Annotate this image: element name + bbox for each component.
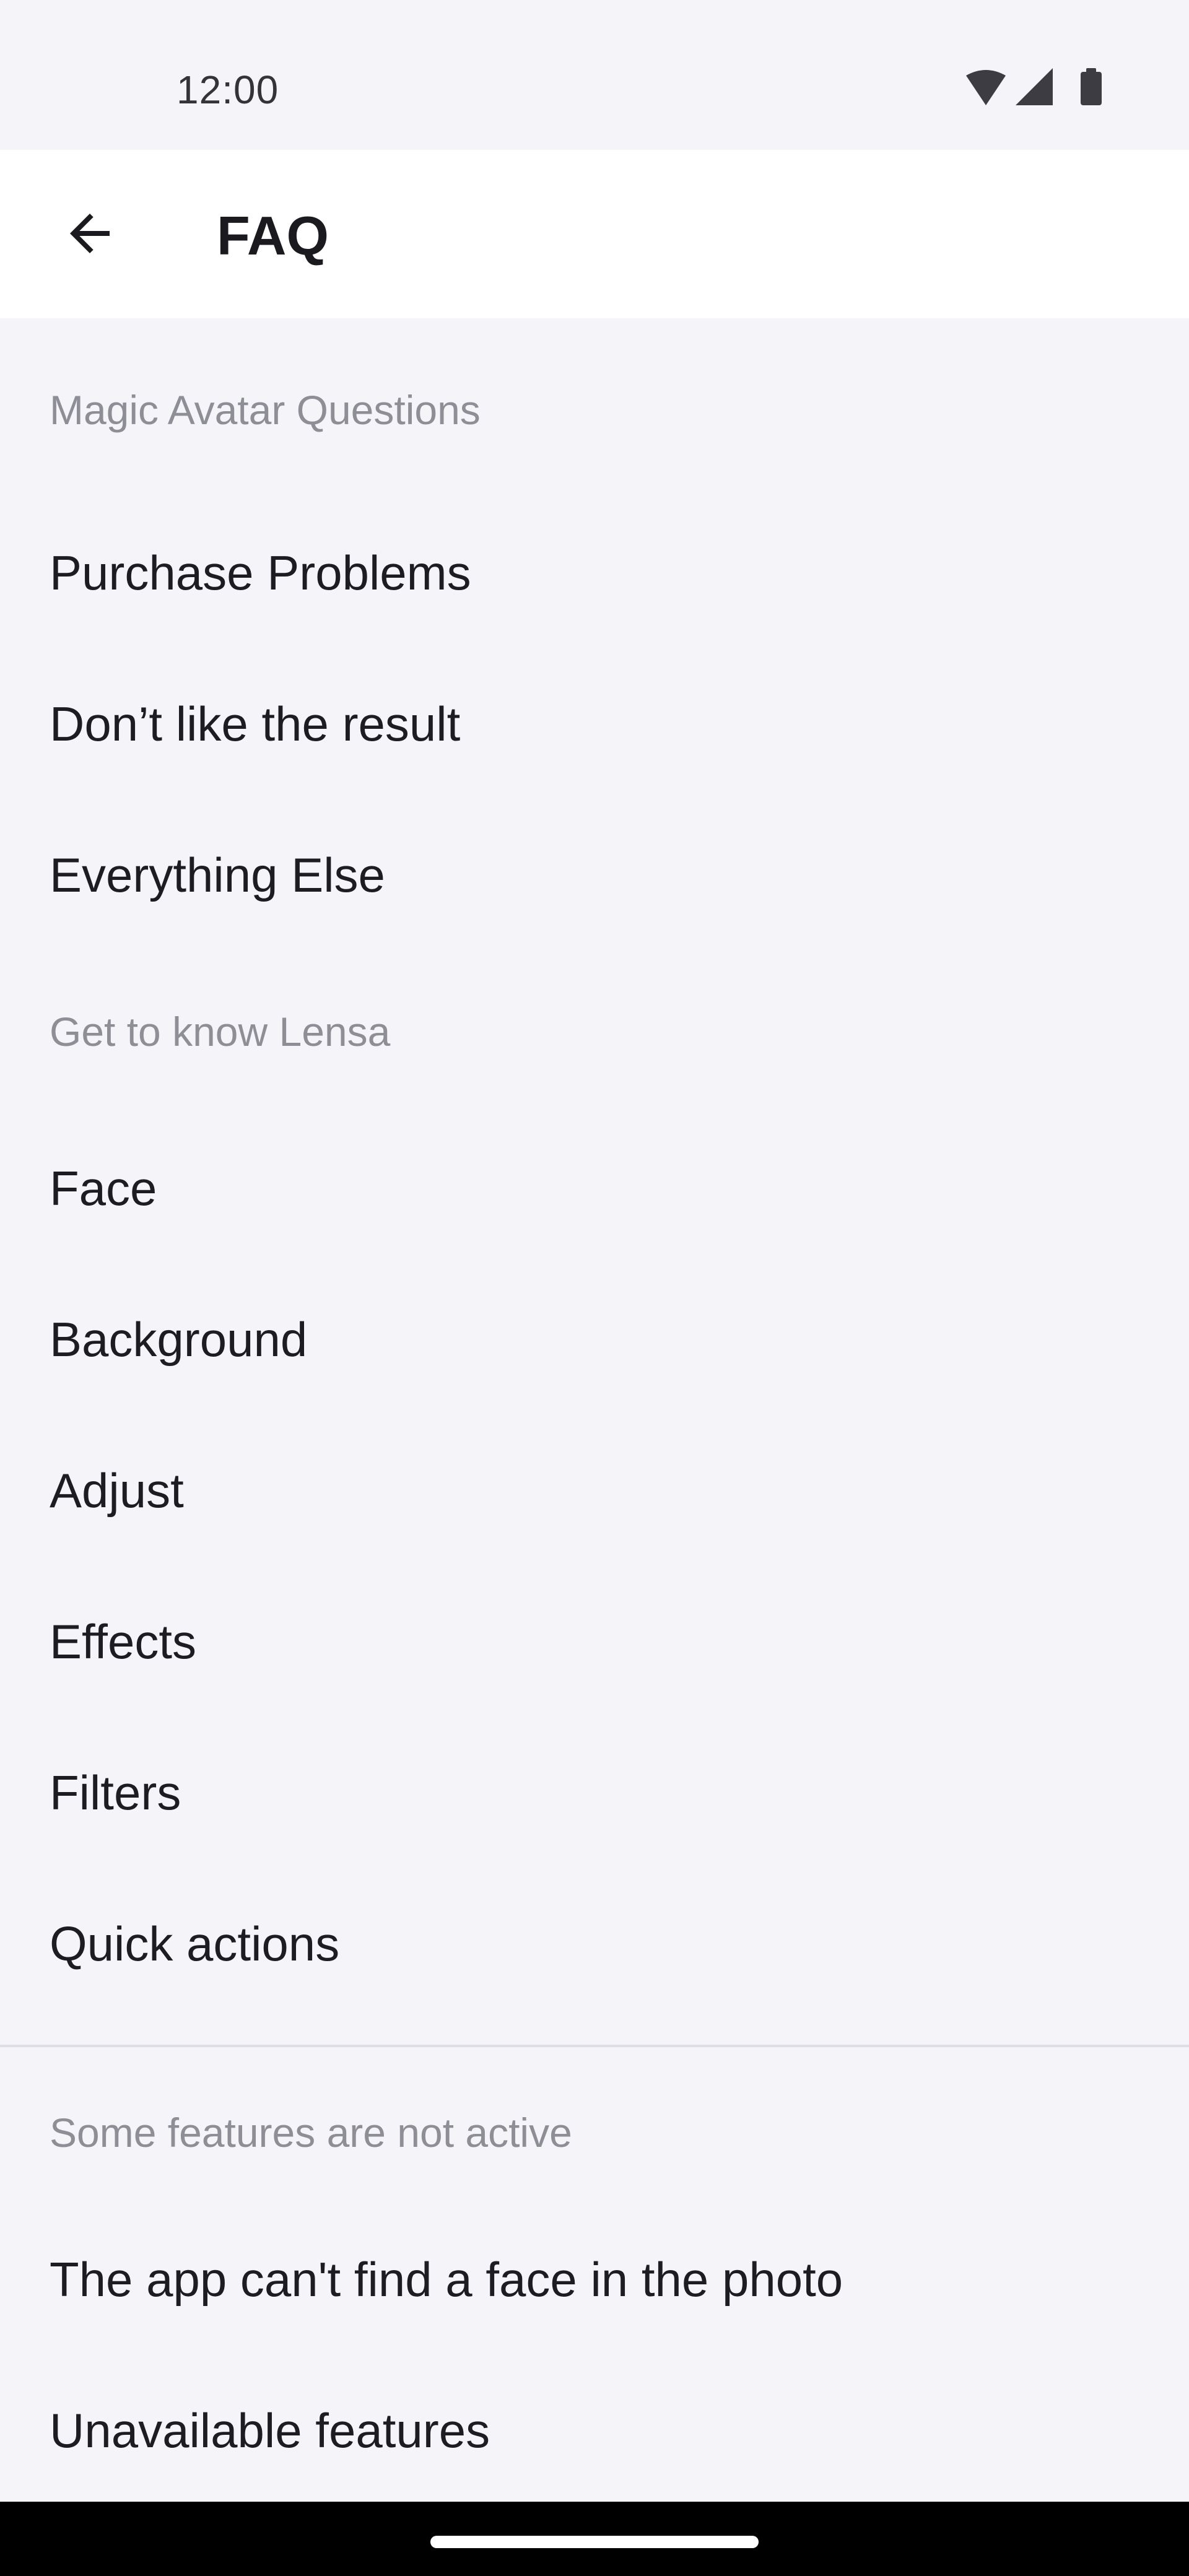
list-item-label: Face — [50, 1161, 157, 1216]
list-item-purchase-problems[interactable]: Purchase Problems — [0, 498, 1189, 649]
back-button[interactable] — [43, 187, 136, 280]
cellular-signal-icon — [1016, 68, 1053, 105]
status-bar: 12:00 — [0, 0, 1189, 150]
list-item-label: Everything Else — [50, 848, 385, 902]
section-header-label: Magic Avatar Questions — [50, 387, 481, 433]
list-item-label: Adjust — [50, 1463, 184, 1518]
list-item-cant-find-face[interactable]: The app can't find a face in the photo — [0, 2204, 1189, 2356]
home-gesture-handle[interactable] — [430, 2536, 759, 2548]
list-item-label: Quick actions — [50, 1917, 340, 1971]
list-item-quick-actions[interactable]: Quick actions — [0, 1869, 1189, 2020]
section-header-label: Some features are not active — [50, 2110, 572, 2156]
arrow-left-icon — [70, 214, 110, 253]
status-icons — [960, 68, 1152, 111]
list-item-background[interactable]: Background — [0, 1264, 1189, 1416]
battery-icon — [1081, 68, 1102, 105]
section-header-magic-avatar: Magic Avatar Questions — [0, 318, 1189, 498]
list-item-everything-else[interactable]: Everything Else — [0, 800, 1189, 951]
list-item-effects[interactable]: Effects — [0, 1567, 1189, 1718]
app-bar: FAQ — [0, 150, 1189, 318]
list-item-face[interactable]: Face — [0, 1113, 1189, 1264]
list-item-dont-like-result[interactable]: Don’t like the result — [0, 649, 1189, 800]
list-item-label: Effects — [50, 1614, 197, 1669]
faq-list: Magic Avatar Questions Purchase Problems… — [0, 318, 1189, 2507]
status-time: 12:00 — [176, 67, 279, 112]
list-item-label: Background — [50, 1312, 308, 1367]
section-header-get-to-know-lensa: Get to know Lensa — [0, 951, 1189, 1113]
section-header-features-not-active: Some features are not active — [0, 2047, 1189, 2204]
list-item-adjust[interactable]: Adjust — [0, 1416, 1189, 1567]
navigation-bar — [0, 2502, 1189, 2576]
list-item-label: Unavailable features — [50, 2403, 490, 2458]
list-item-label: Don’t like the result — [50, 697, 461, 751]
wifi-icon — [966, 70, 1006, 105]
list-item-filters[interactable]: Filters — [0, 1718, 1189, 1869]
list-item-unavailable-features[interactable]: Unavailable features — [0, 2356, 1189, 2507]
list-item-label: The app can't find a face in the photo — [50, 2252, 843, 2307]
page-title: FAQ — [217, 205, 329, 266]
list-item-label: Filters — [50, 1765, 181, 1820]
list-item-label: Purchase Problems — [50, 546, 471, 600]
section-header-label: Get to know Lensa — [50, 1009, 391, 1055]
